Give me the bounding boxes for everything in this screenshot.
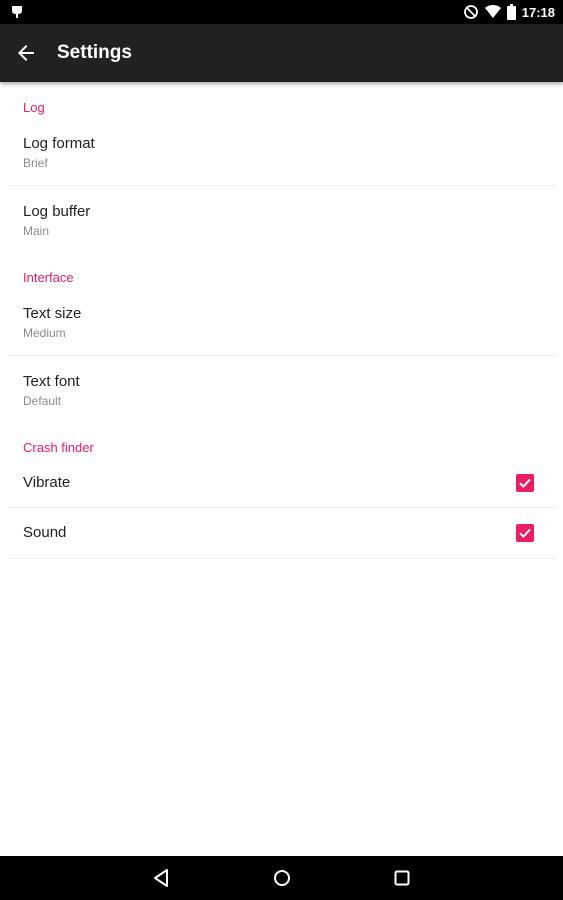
- pref-vibrate[interactable]: Vibrate: [8, 458, 556, 507]
- status-time: 17:18: [521, 4, 555, 20]
- pref-title: Text font: [23, 373, 80, 390]
- pref-text-size[interactable]: Text size Medium: [8, 296, 556, 356]
- pref-summary: Medium: [23, 326, 66, 340]
- recents-square-icon[interactable]: [390, 866, 414, 890]
- settings-screen: 17:18 Settings Log Log format Brief Log …: [0, 0, 563, 900]
- pref-summary: Brief: [23, 156, 48, 170]
- pref-title: Log format: [23, 135, 95, 152]
- pref-title: Sound: [23, 524, 67, 541]
- navigation-bar: [0, 856, 563, 900]
- arrow-back-icon[interactable]: [14, 41, 38, 65]
- status-icons: 17:18: [457, 0, 555, 24]
- check-icon: [519, 528, 531, 538]
- divider: [8, 558, 556, 559]
- back-triangle-icon[interactable]: [150, 866, 174, 890]
- sound-checkbox[interactable]: [516, 524, 534, 542]
- pref-log-buffer[interactable]: Log buffer Main: [8, 194, 556, 254]
- pref-title: Vibrate: [23, 474, 71, 491]
- app-bar: Settings: [0, 24, 563, 82]
- vibrate-checkbox[interactable]: [516, 474, 534, 492]
- home-circle-icon[interactable]: [270, 866, 294, 890]
- status-bar: 17:18: [0, 0, 563, 24]
- pref-text-font[interactable]: Text font Default: [8, 364, 556, 424]
- pref-title: Log buffer: [23, 203, 91, 220]
- check-icon: [519, 478, 531, 488]
- do-not-disturb-icon: [463, 4, 479, 20]
- pref-title: Text size: [23, 305, 82, 322]
- android-debug-icon: [10, 3, 24, 21]
- divider: [8, 355, 556, 356]
- divider: [8, 185, 556, 186]
- pref-sound[interactable]: Sound: [8, 508, 556, 557]
- pref-log-format[interactable]: Log format Brief: [8, 126, 556, 186]
- section-header-log: Log: [23, 100, 45, 115]
- page-title: Settings: [57, 42, 132, 63]
- wifi-icon: [484, 4, 501, 20]
- battery-icon: [506, 4, 516, 20]
- pref-summary: Default: [23, 394, 62, 408]
- section-header-interface: Interface: [23, 270, 74, 285]
- pref-summary: Main: [23, 224, 50, 238]
- section-header-crash-finder: Crash finder: [23, 440, 94, 455]
